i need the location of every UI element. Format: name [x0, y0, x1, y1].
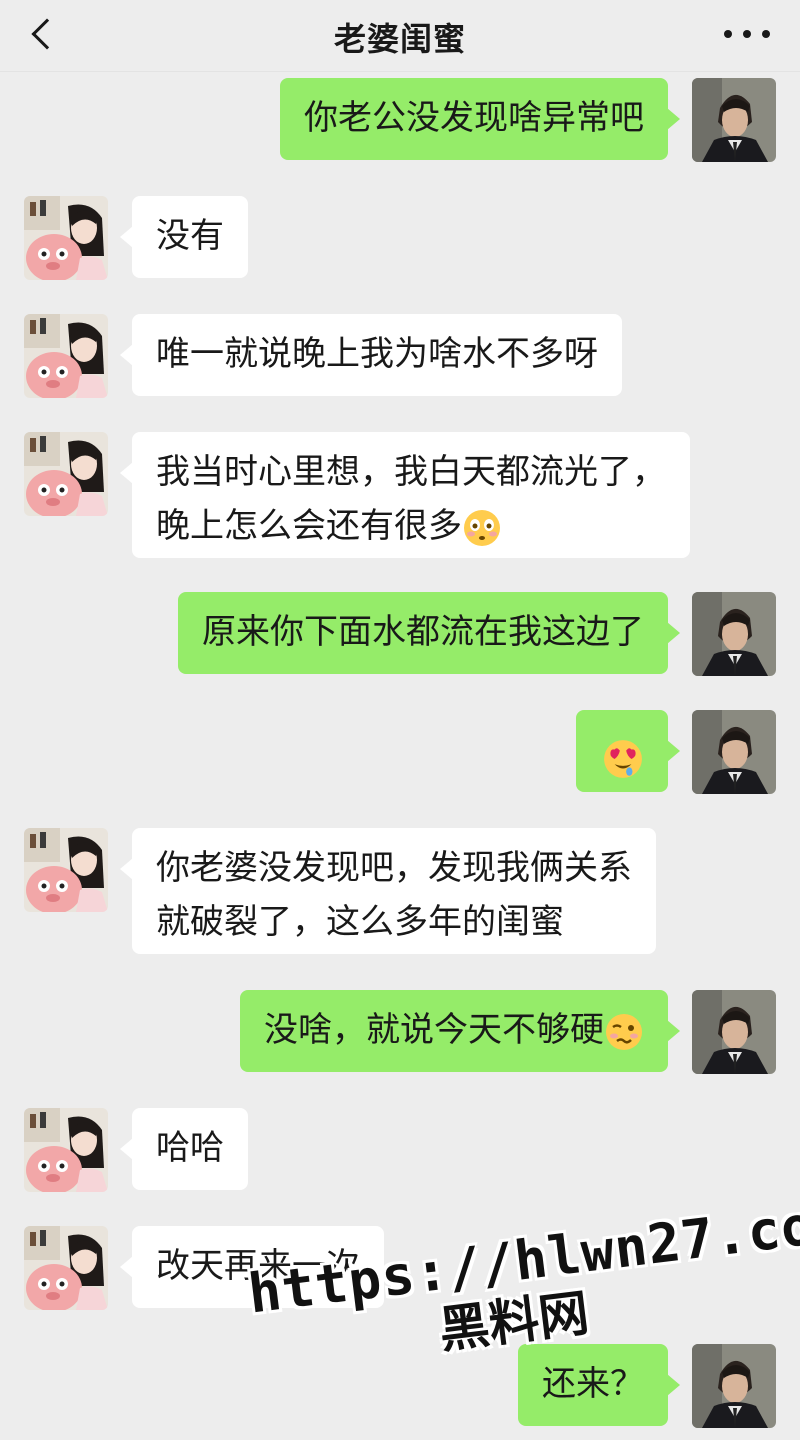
message-bubble-received[interactable]: 你老婆没发现吧，发现我俩关系 就破裂了，这么多年的闺蜜: [120, 828, 656, 954]
message-list[interactable]: 你老公没发现啥异常吧 没有 唯一就说晚上我为啥水不多呀 我当时心里想，我白天都流…: [0, 72, 800, 1440]
man-avatar-image: [692, 710, 776, 794]
message-text: 还来？: [542, 1364, 644, 1404]
message-bubble-sent[interactable]: 没啥，就说今天不够硬: [240, 990, 680, 1072]
message-bubble-received[interactable]: 哈哈: [120, 1108, 248, 1190]
message-bubble-sent[interactable]: [576, 710, 680, 792]
message-text: 唯一就说晚上我为啥水不多呀: [156, 334, 598, 374]
message-bubble-received[interactable]: 唯一就说晚上我为啥水不多呀: [120, 314, 622, 396]
avatar-her[interactable]: [24, 314, 108, 398]
more-options-button[interactable]: [724, 22, 770, 46]
man-avatar-image: [692, 990, 776, 1074]
message-bubble-received[interactable]: 我当时心里想，我白天都流光了， 晚上怎么会还有很多: [120, 432, 690, 558]
message-text: 我当时心里想，我白天都流光了，: [156, 452, 666, 492]
chat-header: 老婆闺蜜: [0, 0, 800, 72]
heart-eyes-drool-emoji: [604, 739, 642, 778]
woman-avatar-image: [24, 314, 108, 398]
message-text: 改天再来一次: [156, 1246, 360, 1286]
man-avatar-image: [692, 78, 776, 162]
avatar-her[interactable]: [24, 432, 108, 516]
avatar-me[interactable]: [692, 1344, 776, 1428]
message-bubble-sent[interactable]: 还来？: [518, 1344, 680, 1426]
avatar-her[interactable]: [24, 1108, 108, 1192]
more-dots-icon: [724, 30, 770, 38]
message-text: 你老婆没发现吧，发现我俩关系: [156, 848, 632, 888]
message-bubble-received[interactable]: 改天再来一次: [120, 1226, 384, 1308]
woman-avatar-image: [24, 1226, 108, 1310]
message-text: 哈哈: [156, 1128, 224, 1168]
woman-avatar-image: [24, 1108, 108, 1192]
flushed-face-emoji: [464, 509, 500, 546]
message-bubble-sent[interactable]: 你老公没发现啥异常吧: [280, 78, 680, 160]
message-bubble-sent[interactable]: 原来你下面水都流在我这边了: [178, 592, 680, 674]
avatar-me[interactable]: [692, 710, 776, 794]
avatar-me[interactable]: [692, 592, 776, 676]
woman-avatar-image: [24, 432, 108, 516]
avatar-her[interactable]: [24, 1226, 108, 1310]
message-bubble-received[interactable]: 没有: [120, 196, 248, 278]
message-text: 你老公没发现啥异常吧: [304, 98, 644, 138]
avatar-her[interactable]: [24, 196, 108, 280]
woman-avatar-image: [24, 828, 108, 912]
message-text: 没有: [156, 216, 224, 256]
woozy-face-emoji: [606, 1013, 642, 1050]
message-text-line-2: 晚上怎么会还有很多: [156, 499, 666, 553]
message-text: 没啥，就说今天不够硬: [264, 1003, 644, 1057]
avatar-her[interactable]: [24, 828, 108, 912]
avatar-me[interactable]: [692, 78, 776, 162]
chat-title: 老婆闺蜜: [333, 20, 466, 58]
man-avatar-image: [692, 1344, 776, 1428]
avatar-me[interactable]: [692, 990, 776, 1074]
woman-avatar-image: [24, 196, 108, 280]
man-avatar-image: [692, 592, 776, 676]
message-text: 原来你下面水都流在我这边了: [202, 612, 644, 652]
message-text-line-2: 就破裂了，这么多年的闺蜜: [156, 902, 564, 942]
